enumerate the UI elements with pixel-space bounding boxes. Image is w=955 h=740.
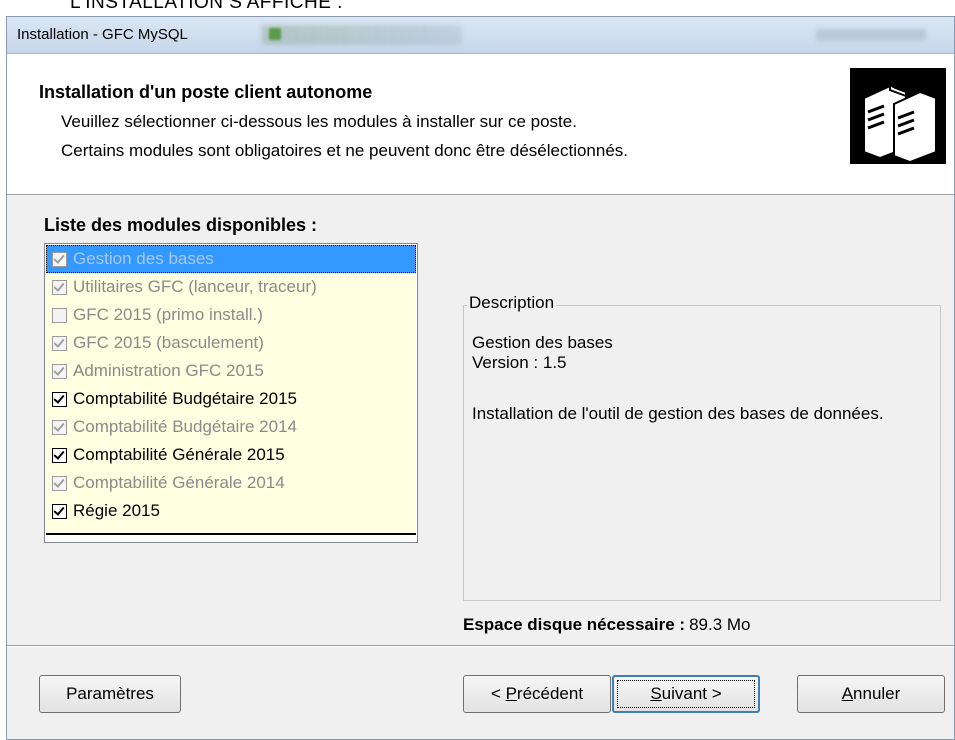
window-title: Installation - GFC MySQL — [17, 26, 188, 43]
header-instruction-2: Certains modules sont obligatoires et ne… — [61, 141, 629, 160]
blurred-title-controls — [816, 29, 926, 41]
blurred-app-icon — [269, 28, 281, 40]
module-label: Administration GFC 2015 — [73, 361, 264, 380]
title-bar[interactable]: Installation - GFC MySQL — [7, 17, 954, 54]
cancel-button[interactable]: Annuler — [797, 675, 945, 713]
disk-space-info: Espace disque nécessaire :89.3 Mo — [463, 615, 751, 635]
module-item[interactable]: Comptabilité Budgétaire 2015 — [46, 385, 416, 413]
page-caption: L'INSTALLATION S'AFFICHE : — [70, 0, 343, 13]
module-label: Utilitaires GFC (lanceur, traceur) — [73, 277, 317, 296]
module-item[interactable]: Utilitaires GFC (lanceur, traceur) — [46, 273, 416, 301]
description-legend: Description — [467, 293, 557, 313]
previous-button[interactable]: < Précédent — [463, 675, 611, 713]
module-label: Comptabilité Générale 2014 — [73, 473, 285, 492]
module-checkbox — [52, 363, 67, 379]
disk-space-value: 89.3 Mo — [689, 615, 751, 634]
focus-rectangle — [617, 680, 755, 708]
module-label: Comptabilité Budgétaire 2014 — [73, 417, 297, 436]
module-item[interactable]: Gestion des bases — [46, 245, 416, 273]
module-checkbox — [52, 251, 67, 267]
module-checkbox — [52, 419, 67, 435]
description-detail: Installation de l'outil de gestion des b… — [472, 404, 884, 423]
servers-icon — [850, 68, 946, 164]
module-label: Comptabilité Générale 2015 — [73, 445, 285, 464]
module-item[interactable]: Comptabilité Générale 2015 — [46, 441, 416, 469]
modules-list: Gestion des bases Utilitaires GFC (lanceu… — [46, 245, 416, 535]
wizard-header: Installation d'un poste client autonome … — [7, 54, 954, 195]
module-label: GFC 2015 (basculement) — [73, 333, 264, 352]
module-label: Gestion des bases — [73, 249, 214, 268]
module-label: Régie 2015 — [73, 501, 160, 520]
parameters-button-label: Paramètres — [66, 684, 154, 703]
module-checkbox — [52, 279, 67, 295]
module-item[interactable]: Administration GFC 2015 — [46, 357, 416, 385]
module-item[interactable]: Comptabilité Budgétaire 2014 — [46, 413, 416, 441]
module-item[interactable]: Régie 2015 — [46, 497, 416, 525]
parameters-button[interactable]: Paramètres — [39, 675, 181, 713]
modules-list-title: Liste des modules disponibles : — [44, 215, 318, 235]
wizard-body: Liste des modules disponibles : Gestion … — [7, 195, 954, 634]
blurred-taskbar-item — [262, 25, 462, 45]
description-module-name: Gestion des bases — [472, 333, 613, 352]
header-title: Installation d'un poste client autonome — [39, 82, 373, 102]
module-checkbox[interactable] — [52, 391, 67, 407]
footer-separator — [7, 645, 954, 647]
module-checkbox — [52, 307, 67, 323]
next-button[interactable]: Suivant > — [612, 675, 760, 713]
previous-button-label: < Précédent — [490, 684, 584, 703]
module-item[interactable]: GFC 2015 (basculement) — [46, 329, 416, 357]
header-instruction-1: Veuillez sélectionner ci-dessous les mod… — [61, 112, 577, 131]
description-version: Version : 1.5 — [472, 353, 567, 372]
module-item[interactable]: Comptabilité Générale 2014 — [46, 469, 416, 497]
cancel-button-label: Annuler — [841, 684, 901, 703]
module-label: Comptabilité Budgétaire 2015 — [73, 389, 297, 408]
module-checkbox[interactable] — [52, 503, 67, 519]
module-checkbox[interactable] — [52, 447, 67, 463]
modules-listbox[interactable]: Gestion des bases Utilitaires GFC (lanceu… — [44, 243, 418, 543]
module-item[interactable]: GFC 2015 (primo install.) — [46, 301, 416, 329]
module-label: GFC 2015 (primo install.) — [73, 305, 263, 324]
disk-space-label: Espace disque nécessaire : — [463, 615, 686, 634]
module-checkbox — [52, 335, 67, 351]
module-checkbox — [52, 475, 67, 491]
installer-window: Installation - GFC MySQL Installation d'… — [6, 16, 955, 740]
